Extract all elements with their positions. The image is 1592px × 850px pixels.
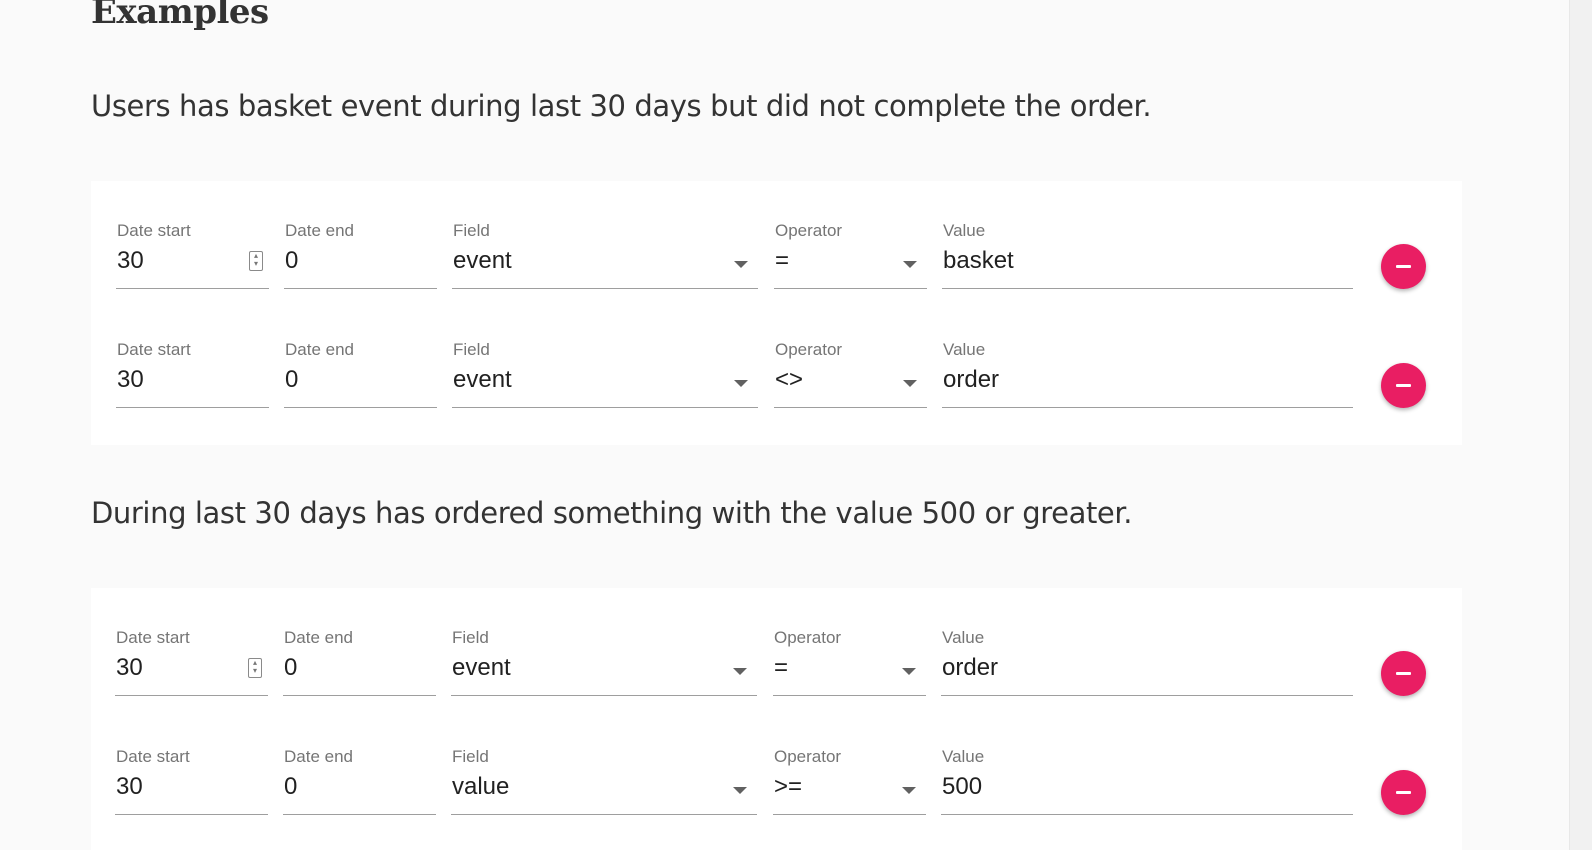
field-label: Field (453, 340, 490, 359)
value-field[interactable]: Value order (942, 300, 1353, 408)
arrow-drop-down-icon[interactable] (903, 380, 917, 387)
field-value[interactable]: event (452, 654, 511, 682)
date-start-field[interactable]: Date start 30 (116, 300, 269, 408)
date-start-field[interactable]: Date start 30 (115, 707, 268, 815)
value-field[interactable]: Value order (941, 588, 1353, 696)
date-end-value[interactable]: 0 (284, 773, 297, 801)
operator-value[interactable]: <> (775, 366, 803, 394)
date-end-label: Date end (284, 628, 353, 647)
field-select[interactable]: Field event (452, 181, 758, 289)
date-start-label: Date start (117, 221, 191, 240)
date-start-value[interactable]: 30 (116, 773, 143, 801)
value-field[interactable]: Value basket (942, 181, 1353, 289)
date-start-value[interactable]: 30 (117, 366, 144, 394)
condition-card: Date start 30 ▴ ▾ Date end 0 Field event … (91, 181, 1462, 445)
field-label: Field (453, 221, 490, 240)
field-value[interactable]: value (452, 773, 509, 801)
remove-condition-button[interactable] (1381, 244, 1426, 289)
condition-row: Date start 30 ▴ ▾ Date end 0 Field event … (91, 588, 1462, 707)
example-description: Users has basket event during last 30 da… (91, 89, 1152, 123)
value-input[interactable]: order (943, 366, 999, 394)
date-end-value[interactable]: 0 (285, 247, 298, 275)
operator-select[interactable]: Operator = (774, 181, 927, 289)
arrow-drop-down-icon[interactable] (734, 261, 748, 268)
number-spinner-icon[interactable]: ▴ ▾ (248, 658, 262, 678)
value-input[interactable]: basket (943, 247, 1014, 275)
value-input[interactable]: 500 (942, 773, 982, 801)
remove-condition-button[interactable] (1381, 770, 1426, 815)
date-start-field[interactable]: Date start 30 ▴ ▾ (115, 588, 268, 696)
date-start-value[interactable]: 30 (117, 247, 144, 275)
operator-select[interactable]: Operator <> (774, 300, 927, 408)
arrow-drop-down-icon[interactable] (733, 668, 747, 675)
field-select[interactable]: Field event (452, 300, 758, 408)
date-end-field[interactable]: Date end 0 (284, 181, 437, 289)
value-label: Value (943, 221, 986, 240)
operator-select[interactable]: Operator >= (773, 707, 926, 815)
date-end-field[interactable]: Date end 0 (283, 707, 436, 815)
arrow-drop-down-icon[interactable] (902, 668, 916, 675)
operator-label: Operator (775, 340, 843, 359)
value-input[interactable]: order (942, 654, 998, 682)
condition-card: Date start 30 ▴ ▾ Date end 0 Field event … (91, 588, 1462, 850)
operator-value[interactable]: = (774, 654, 788, 682)
condition-row: Date start 30 Date end 0 Field event Ope… (91, 300, 1462, 419)
date-start-label: Date start (117, 340, 191, 359)
field-value[interactable]: event (453, 366, 512, 394)
operator-label: Operator (774, 747, 842, 766)
field-label: Field (452, 628, 489, 647)
remove-condition-button[interactable] (1381, 363, 1426, 408)
date-end-label: Date end (285, 221, 354, 240)
date-start-value[interactable]: 30 (116, 654, 143, 682)
operator-value[interactable]: = (775, 247, 789, 275)
operator-label: Operator (775, 221, 843, 240)
field-select[interactable]: Field value (451, 707, 757, 815)
date-end-value[interactable]: 0 (284, 654, 297, 682)
operator-label: Operator (774, 628, 842, 647)
date-end-label: Date end (284, 747, 353, 766)
value-label: Value (943, 340, 986, 359)
operator-select[interactable]: Operator = (773, 588, 926, 696)
condition-row: Date start 30 Date end 0 Field value Ope… (91, 707, 1462, 826)
arrow-drop-down-icon[interactable] (734, 380, 748, 387)
field-select[interactable]: Field event (451, 588, 757, 696)
date-end-value[interactable]: 0 (285, 366, 298, 394)
value-label: Value (942, 628, 985, 647)
date-start-label: Date start (116, 628, 190, 647)
condition-row: Date start 30 ▴ ▾ Date end 0 Field event … (91, 181, 1462, 300)
field-value[interactable]: event (453, 247, 512, 275)
arrow-drop-down-icon[interactable] (733, 787, 747, 794)
arrow-drop-down-icon[interactable] (902, 787, 916, 794)
date-start-label: Date start (116, 747, 190, 766)
field-label: Field (452, 747, 489, 766)
date-end-field[interactable]: Date end 0 (284, 300, 437, 408)
remove-condition-button[interactable] (1381, 651, 1426, 696)
vertical-scrollbar[interactable] (1569, 0, 1592, 850)
arrow-drop-down-icon[interactable] (903, 261, 917, 268)
page-heading: Examples (91, 0, 269, 32)
operator-value[interactable]: >= (774, 773, 802, 801)
value-label: Value (942, 747, 985, 766)
value-field[interactable]: Value 500 (941, 707, 1353, 815)
number-spinner-icon[interactable]: ▴ ▾ (249, 251, 263, 271)
date-start-field[interactable]: Date start 30 ▴ ▾ (116, 181, 269, 289)
date-end-label: Date end (285, 340, 354, 359)
example-description: During last 30 days has ordered somethin… (91, 496, 1133, 530)
date-end-field[interactable]: Date end 0 (283, 588, 436, 696)
